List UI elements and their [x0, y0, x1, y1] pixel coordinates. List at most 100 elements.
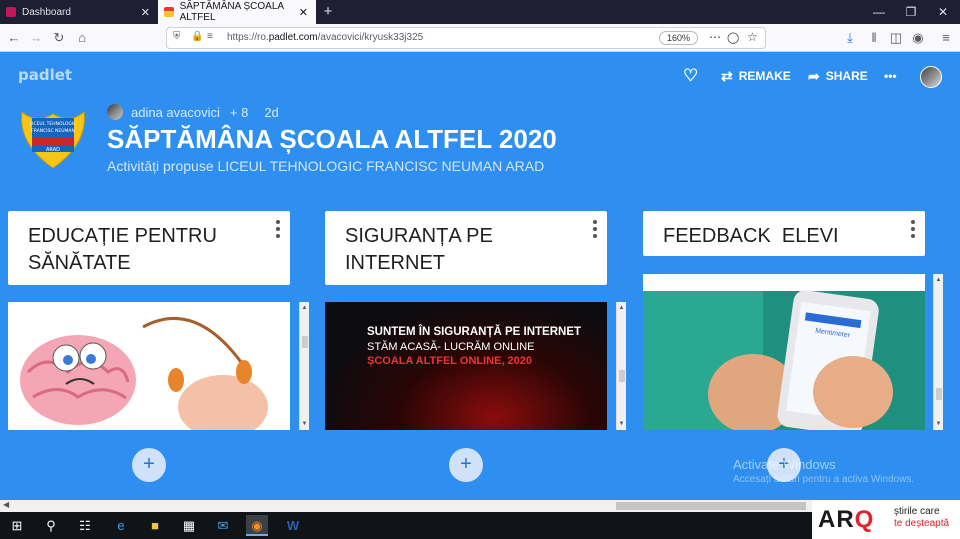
scroll-up-icon[interactable]: ▲	[934, 274, 943, 286]
mail-icon[interactable]: ✉	[212, 515, 234, 536]
tab-label: SĂPTĂMÂNA ȘCOALA ALTFEL	[179, 1, 284, 23]
user-avatar[interactable]	[920, 66, 942, 88]
author-avatar[interactable]	[107, 104, 123, 120]
school-crest-logo: LICEUL TEHNOLOGIC FRANCISC NEUMAN ARAD	[21, 111, 85, 169]
edge-browser-icon[interactable]: e	[110, 515, 132, 536]
crest-line-3: ARAD	[46, 147, 60, 153]
author-row: adina avacovici + 8 2d	[107, 104, 279, 120]
column-header-health[interactable]: EDUCAȚIE PENTRU SĂNĂTATE	[8, 211, 290, 285]
account-icon[interactable]: ◉	[908, 27, 928, 49]
tab-dashboard[interactable]: Dashboard ✕	[0, 0, 158, 24]
padlet-logo[interactable]: padlet	[18, 66, 72, 84]
search-icon[interactable]: ⚲	[40, 515, 62, 536]
remake-button[interactable]: ⇄ REMAKE	[721, 66, 791, 86]
page-actions-icon[interactable]: ⋯	[709, 30, 721, 44]
scroll-up-icon[interactable]: ▲	[300, 302, 309, 314]
post-card-health[interactable]	[8, 302, 290, 430]
remake-icon: ⇄	[721, 68, 733, 84]
zoom-level-badge[interactable]: 160%	[659, 31, 699, 45]
shield-icon[interactable]: ⛨	[173, 31, 181, 42]
column-scrollbar[interactable]: ▲ ▼	[616, 302, 626, 430]
word-icon[interactable]: W	[282, 515, 304, 536]
windows-start-icon[interactable]: ⊞	[6, 515, 28, 536]
dashboard-favicon-icon	[6, 7, 16, 17]
close-tab-icon[interactable]: ✕	[141, 6, 150, 19]
scroll-thumb[interactable]	[936, 388, 942, 400]
card-line-3: ȘCOALA ALTFEL ONLINE, 2020	[367, 355, 533, 367]
heart-icon: ♡	[683, 66, 699, 85]
scroll-down-icon[interactable]: ▼	[617, 418, 626, 430]
column-scrollbar[interactable]: ▲ ▼	[933, 274, 943, 430]
scroll-thumb[interactable]	[619, 370, 625, 382]
new-tab-button[interactable]: +	[318, 2, 338, 22]
sidebar-icon[interactable]: ◫	[886, 27, 906, 49]
post-age: 2d	[264, 104, 279, 120]
library-icon[interactable]: ‖	[864, 27, 884, 49]
post-card-internet[interactable]: SUNTEM ÎN SIGURANȚĂ PE INTERNET STĂM ACA…	[325, 302, 607, 430]
card-line-1: SUNTEM ÎN SIGURANȚĂ PE INTERNET	[367, 326, 582, 338]
url-text[interactable]: https://ro.padlet.com/avacovici/kryusk33…	[227, 32, 423, 43]
arq-tagline-line-1: știrile care	[894, 506, 940, 517]
add-post-button[interactable]: +	[449, 448, 483, 482]
lock-icon[interactable]: 🔒	[191, 31, 203, 42]
column-header-internet[interactable]: SIGURANȚA PE INTERNET	[325, 211, 607, 285]
address-bar[interactable]: ⛨ 🔒 ≡ https://ro.padlet.com/avacovici/kr…	[166, 27, 766, 49]
close-window-icon[interactable]: ✕	[928, 0, 958, 24]
close-tab-icon[interactable]: ✕	[299, 6, 308, 19]
column-title: SIGURANȚA PE INTERNET	[345, 225, 493, 274]
column-menu-icon[interactable]	[275, 220, 281, 241]
scroll-down-icon[interactable]: ▼	[934, 418, 943, 430]
minimize-window-icon[interactable]: —	[864, 0, 894, 24]
contributors-count[interactable]: + 8	[230, 105, 248, 120]
column-header-feedback[interactable]: FEEDBACK ELEVI	[643, 211, 925, 256]
arq-logo: ARQ	[818, 506, 875, 533]
share-label: SHARE	[825, 69, 868, 83]
arq-watermark: ARQ știrile care te deșteaptă	[812, 500, 960, 539]
column-menu-icon[interactable]	[910, 220, 916, 241]
crest-line-2: FRANCISC NEUMAN	[31, 128, 75, 134]
remake-label: REMAKE	[738, 69, 791, 83]
task-view-icon[interactable]: ☷	[74, 515, 96, 536]
scroll-down-icon[interactable]: ▼	[300, 418, 309, 430]
pocket-icon[interactable]: ◯	[727, 31, 739, 44]
firefox-icon[interactable]: ◉	[246, 515, 268, 536]
reload-icon[interactable]: ↻	[49, 27, 69, 49]
menu-icon[interactable]: ≡	[936, 27, 956, 49]
more-options-button[interactable]: •••	[884, 66, 897, 86]
scroll-thumb[interactable]	[302, 336, 308, 348]
restore-window-icon[interactable]: ❐	[896, 0, 926, 24]
column-scrollbar[interactable]: ▲ ▼	[299, 302, 309, 430]
browser-tab-bar: Dashboard ✕ SĂPTĂMÂNA ȘCOALA ALTFEL ✕ + …	[0, 0, 960, 24]
phone-photo-image	[643, 274, 925, 430]
file-explorer-icon[interactable]: ■	[144, 515, 166, 536]
home-icon[interactable]: ⌂	[72, 27, 92, 49]
column-title: EDUCAȚIE PENTRU SĂNĂTATE	[28, 225, 217, 274]
scroll-up-icon[interactable]: ▲	[617, 302, 626, 314]
activate-windows-title: Activate Windows	[733, 457, 836, 472]
arq-tagline-line-2: te deșteaptă	[894, 518, 950, 529]
permissions-icon[interactable]: ≡	[207, 31, 213, 42]
share-icon: ➦	[808, 68, 820, 84]
horizontal-scroll-thumb[interactable]	[616, 502, 806, 510]
post-card-feedback[interactable]: Mentimeter	[643, 274, 925, 430]
column-menu-icon[interactable]	[592, 220, 598, 241]
add-post-button[interactable]: +	[132, 448, 166, 482]
like-button[interactable]: ♡	[683, 66, 704, 86]
column-title: FEEDBACK ELEVI	[663, 225, 839, 247]
card-line-2: STĂM ACASĂ- LUCRĂM ONLINE	[367, 341, 535, 353]
page-subtitle: Activități propuse LICEUL TEHNOLOGIC FRA…	[107, 158, 545, 174]
back-icon[interactable]: ←	[4, 27, 24, 49]
author-name[interactable]: adina avacovici	[131, 105, 220, 120]
tab-padlet[interactable]: SĂPTĂMÂNA ȘCOALA ALTFEL ✕	[158, 0, 316, 24]
brain-cartoon-image	[8, 302, 290, 430]
arq-tagline: știrile care te deșteaptă	[894, 506, 949, 530]
browser-nav-bar: ← → ↻ ⌂ ⛨ 🔒 ≡ https://ro.padlet.com/avac…	[0, 24, 960, 52]
windows-taskbar: ⊞ ⚲ ☷ e ■ ▦ ✉ ◉ W	[0, 512, 812, 539]
padlet-favicon-icon	[164, 7, 174, 17]
store-icon[interactable]: ▦	[178, 515, 200, 536]
download-icon[interactable]: ⤓	[840, 27, 860, 49]
bookmark-star-icon[interactable]: ☆	[747, 30, 758, 44]
forward-icon[interactable]: →	[26, 27, 46, 49]
scroll-left-icon[interactable]: ◀	[3, 500, 9, 509]
share-button[interactable]: ➦ SHARE	[808, 66, 868, 86]
